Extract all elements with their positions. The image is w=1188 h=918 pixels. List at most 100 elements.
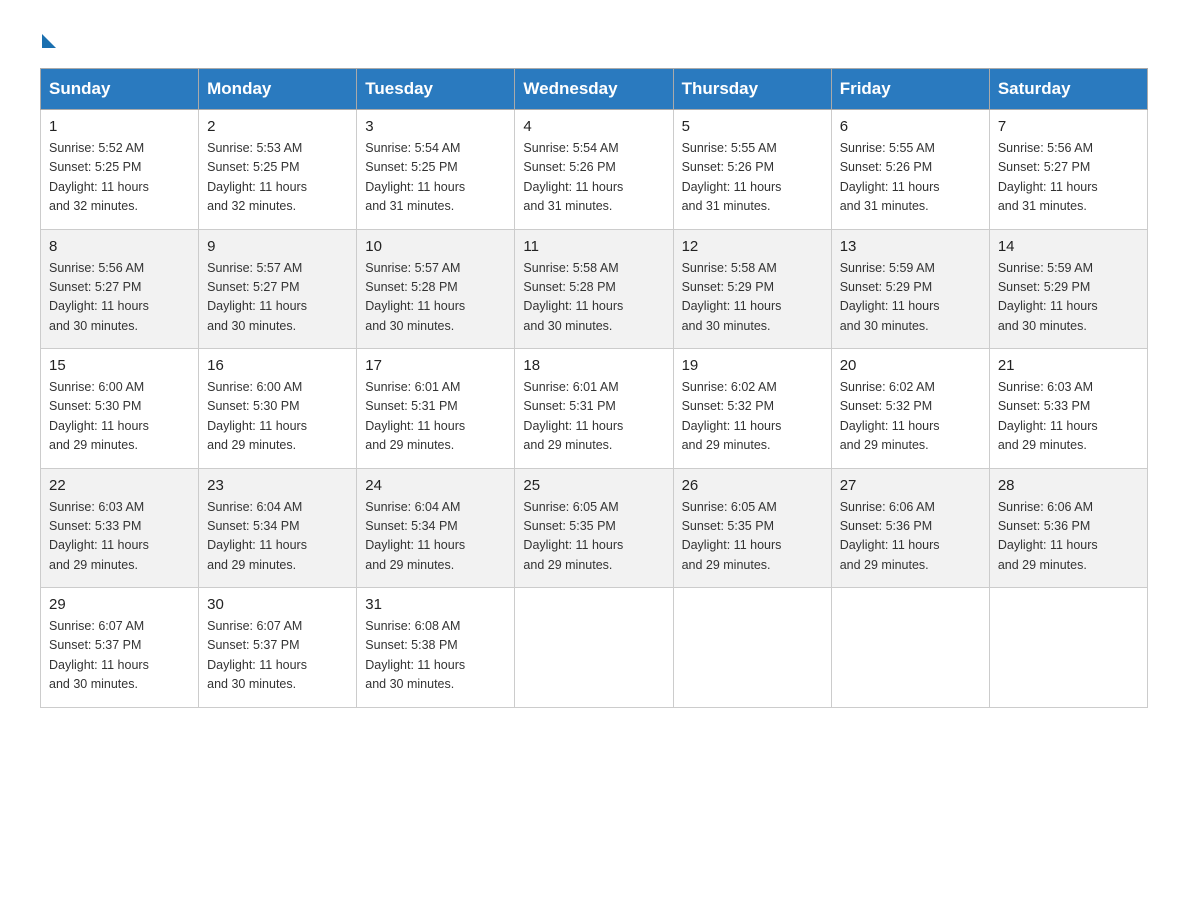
calendar-cell [831, 588, 989, 708]
calendar-cell: 19 Sunrise: 6:02 AM Sunset: 5:32 PM Dayl… [673, 349, 831, 469]
calendar-cell: 27 Sunrise: 6:06 AM Sunset: 5:36 PM Dayl… [831, 468, 989, 588]
day-number: 13 [840, 238, 981, 255]
day-number: 14 [998, 238, 1139, 255]
day-number: 15 [49, 357, 190, 374]
calendar-week-row: 8 Sunrise: 5:56 AM Sunset: 5:27 PM Dayli… [41, 229, 1148, 349]
calendar-cell: 5 Sunrise: 5:55 AM Sunset: 5:26 PM Dayli… [673, 110, 831, 230]
day-info: Sunrise: 5:55 AM Sunset: 5:26 PM Dayligh… [840, 139, 981, 217]
calendar-cell: 29 Sunrise: 6:07 AM Sunset: 5:37 PM Dayl… [41, 588, 199, 708]
day-info: Sunrise: 5:56 AM Sunset: 5:27 PM Dayligh… [998, 139, 1139, 217]
day-info: Sunrise: 5:59 AM Sunset: 5:29 PM Dayligh… [998, 259, 1139, 337]
calendar-cell [673, 588, 831, 708]
day-number: 31 [365, 596, 506, 613]
calendar-cell: 25 Sunrise: 6:05 AM Sunset: 5:35 PM Dayl… [515, 468, 673, 588]
day-info: Sunrise: 6:06 AM Sunset: 5:36 PM Dayligh… [840, 498, 981, 576]
day-info: Sunrise: 6:03 AM Sunset: 5:33 PM Dayligh… [998, 378, 1139, 456]
calendar-cell: 31 Sunrise: 6:08 AM Sunset: 5:38 PM Dayl… [357, 588, 515, 708]
calendar-cell: 9 Sunrise: 5:57 AM Sunset: 5:27 PM Dayli… [199, 229, 357, 349]
calendar-cell: 21 Sunrise: 6:03 AM Sunset: 5:33 PM Dayl… [989, 349, 1147, 469]
page-header [40, 30, 1148, 48]
day-info: Sunrise: 6:05 AM Sunset: 5:35 PM Dayligh… [682, 498, 823, 576]
calendar-cell: 22 Sunrise: 6:03 AM Sunset: 5:33 PM Dayl… [41, 468, 199, 588]
day-number: 9 [207, 238, 348, 255]
day-number: 20 [840, 357, 981, 374]
day-info: Sunrise: 6:00 AM Sunset: 5:30 PM Dayligh… [49, 378, 190, 456]
calendar-week-row: 1 Sunrise: 5:52 AM Sunset: 5:25 PM Dayli… [41, 110, 1148, 230]
calendar-cell: 26 Sunrise: 6:05 AM Sunset: 5:35 PM Dayl… [673, 468, 831, 588]
calendar-header-row: SundayMondayTuesdayWednesdayThursdayFrid… [41, 69, 1148, 110]
day-info: Sunrise: 5:57 AM Sunset: 5:28 PM Dayligh… [365, 259, 506, 337]
day-number: 8 [49, 238, 190, 255]
day-info: Sunrise: 5:54 AM Sunset: 5:25 PM Dayligh… [365, 139, 506, 217]
day-info: Sunrise: 5:56 AM Sunset: 5:27 PM Dayligh… [49, 259, 190, 337]
calendar-cell: 6 Sunrise: 5:55 AM Sunset: 5:26 PM Dayli… [831, 110, 989, 230]
day-number: 11 [523, 238, 664, 255]
day-number: 27 [840, 477, 981, 494]
calendar-table: SundayMondayTuesdayWednesdayThursdayFrid… [40, 68, 1148, 708]
column-header-wednesday: Wednesday [515, 69, 673, 110]
calendar-week-row: 15 Sunrise: 6:00 AM Sunset: 5:30 PM Dayl… [41, 349, 1148, 469]
day-number: 12 [682, 238, 823, 255]
calendar-cell: 16 Sunrise: 6:00 AM Sunset: 5:30 PM Dayl… [199, 349, 357, 469]
calendar-cell [989, 588, 1147, 708]
day-info: Sunrise: 6:03 AM Sunset: 5:33 PM Dayligh… [49, 498, 190, 576]
day-number: 30 [207, 596, 348, 613]
day-info: Sunrise: 5:58 AM Sunset: 5:29 PM Dayligh… [682, 259, 823, 337]
day-info: Sunrise: 6:02 AM Sunset: 5:32 PM Dayligh… [840, 378, 981, 456]
day-number: 29 [49, 596, 190, 613]
day-info: Sunrise: 5:59 AM Sunset: 5:29 PM Dayligh… [840, 259, 981, 337]
day-info: Sunrise: 6:04 AM Sunset: 5:34 PM Dayligh… [207, 498, 348, 576]
day-number: 22 [49, 477, 190, 494]
calendar-cell: 4 Sunrise: 5:54 AM Sunset: 5:26 PM Dayli… [515, 110, 673, 230]
calendar-cell: 18 Sunrise: 6:01 AM Sunset: 5:31 PM Dayl… [515, 349, 673, 469]
calendar-cell: 3 Sunrise: 5:54 AM Sunset: 5:25 PM Dayli… [357, 110, 515, 230]
calendar-week-row: 29 Sunrise: 6:07 AM Sunset: 5:37 PM Dayl… [41, 588, 1148, 708]
calendar-cell: 14 Sunrise: 5:59 AM Sunset: 5:29 PM Dayl… [989, 229, 1147, 349]
day-number: 24 [365, 477, 506, 494]
calendar-cell: 2 Sunrise: 5:53 AM Sunset: 5:25 PM Dayli… [199, 110, 357, 230]
calendar-cell [515, 588, 673, 708]
day-info: Sunrise: 6:01 AM Sunset: 5:31 PM Dayligh… [523, 378, 664, 456]
day-info: Sunrise: 6:07 AM Sunset: 5:37 PM Dayligh… [207, 617, 348, 695]
day-number: 17 [365, 357, 506, 374]
day-number: 4 [523, 118, 664, 135]
day-info: Sunrise: 6:06 AM Sunset: 5:36 PM Dayligh… [998, 498, 1139, 576]
calendar-cell: 28 Sunrise: 6:06 AM Sunset: 5:36 PM Dayl… [989, 468, 1147, 588]
column-header-monday: Monday [199, 69, 357, 110]
column-header-thursday: Thursday [673, 69, 831, 110]
calendar-cell: 1 Sunrise: 5:52 AM Sunset: 5:25 PM Dayli… [41, 110, 199, 230]
day-info: Sunrise: 5:52 AM Sunset: 5:25 PM Dayligh… [49, 139, 190, 217]
day-number: 10 [365, 238, 506, 255]
day-number: 23 [207, 477, 348, 494]
day-info: Sunrise: 6:04 AM Sunset: 5:34 PM Dayligh… [365, 498, 506, 576]
column-header-friday: Friday [831, 69, 989, 110]
day-number: 6 [840, 118, 981, 135]
calendar-cell: 7 Sunrise: 5:56 AM Sunset: 5:27 PM Dayli… [989, 110, 1147, 230]
day-info: Sunrise: 5:54 AM Sunset: 5:26 PM Dayligh… [523, 139, 664, 217]
column-header-tuesday: Tuesday [357, 69, 515, 110]
day-number: 21 [998, 357, 1139, 374]
day-number: 5 [682, 118, 823, 135]
day-number: 26 [682, 477, 823, 494]
day-number: 19 [682, 357, 823, 374]
day-info: Sunrise: 6:02 AM Sunset: 5:32 PM Dayligh… [682, 378, 823, 456]
calendar-cell: 30 Sunrise: 6:07 AM Sunset: 5:37 PM Dayl… [199, 588, 357, 708]
calendar-cell: 24 Sunrise: 6:04 AM Sunset: 5:34 PM Dayl… [357, 468, 515, 588]
day-info: Sunrise: 6:00 AM Sunset: 5:30 PM Dayligh… [207, 378, 348, 456]
calendar-cell: 8 Sunrise: 5:56 AM Sunset: 5:27 PM Dayli… [41, 229, 199, 349]
day-info: Sunrise: 6:01 AM Sunset: 5:31 PM Dayligh… [365, 378, 506, 456]
calendar-cell: 12 Sunrise: 5:58 AM Sunset: 5:29 PM Dayl… [673, 229, 831, 349]
calendar-cell: 13 Sunrise: 5:59 AM Sunset: 5:29 PM Dayl… [831, 229, 989, 349]
day-info: Sunrise: 6:05 AM Sunset: 5:35 PM Dayligh… [523, 498, 664, 576]
day-number: 2 [207, 118, 348, 135]
calendar-cell: 23 Sunrise: 6:04 AM Sunset: 5:34 PM Dayl… [199, 468, 357, 588]
day-number: 18 [523, 357, 664, 374]
day-number: 16 [207, 357, 348, 374]
day-info: Sunrise: 6:08 AM Sunset: 5:38 PM Dayligh… [365, 617, 506, 695]
column-header-saturday: Saturday [989, 69, 1147, 110]
day-number: 3 [365, 118, 506, 135]
day-number: 1 [49, 118, 190, 135]
day-number: 25 [523, 477, 664, 494]
column-header-sunday: Sunday [41, 69, 199, 110]
day-info: Sunrise: 5:55 AM Sunset: 5:26 PM Dayligh… [682, 139, 823, 217]
